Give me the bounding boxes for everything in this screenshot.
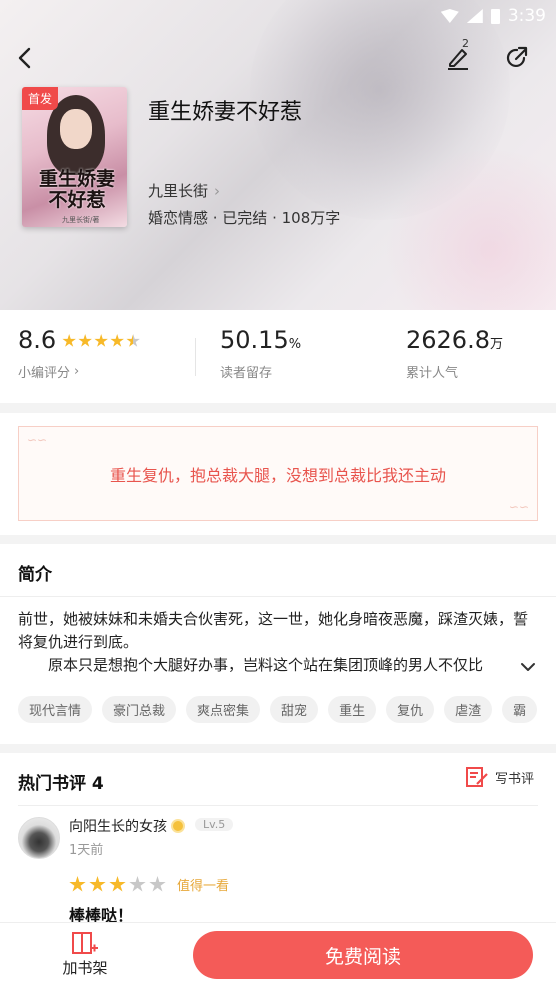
free-read-button[interactable]: 免费阅读 — [193, 931, 533, 979]
add-shelf-label: 加书架 — [62, 959, 108, 977]
tag[interactable]: 豪门总裁 — [102, 696, 177, 723]
edit-badge: 2 — [462, 37, 469, 50]
chevron-right-icon: › — [214, 181, 221, 200]
tag-list: 现代言情 豪门总裁 爽点密集 甜宠 重生 复仇 虐渣 霸 — [18, 696, 538, 723]
score-stars — [62, 334, 140, 348]
review-time: 1天前 — [69, 843, 104, 858]
star-empty-icon — [129, 876, 146, 892]
author-name: 九里长街 — [148, 182, 209, 200]
intro-paragraph: 前世，她被妹妹和未婚夫合伙害死，这一世，她化身暗夜恶魔，踩渣灭婊，誓将复仇进行到… — [18, 610, 529, 651]
popularity-unit: 万 — [489, 337, 503, 352]
stat-score[interactable]: 8.6 小编评分 › — [18, 326, 140, 381]
star-icon — [110, 334, 124, 347]
retention-value: 50.15 — [220, 326, 289, 354]
review-verdict: 值得一看 — [177, 879, 230, 894]
divider — [0, 596, 556, 597]
edit-button[interactable] — [440, 40, 476, 76]
score-value: 8.6 — [18, 326, 57, 354]
score-label: 小编评分 — [18, 366, 71, 381]
bottom-bar: 加书架 免费阅读 — [0, 922, 556, 989]
star-icon — [109, 876, 126, 892]
stats-bar: 8.6 小编评分 › 50.15% 读者留存 2626.8万 累计人气 — [0, 310, 556, 403]
star-icon — [78, 334, 92, 347]
expand-button[interactable] — [520, 658, 536, 677]
reviewer-name: 向阳生长的女孩 — [69, 819, 167, 835]
wifi-icon — [440, 9, 459, 23]
star-icon — [89, 876, 106, 892]
vip-badge-icon — [171, 819, 185, 833]
chevron-right-icon: › — [74, 364, 80, 379]
battery-icon — [490, 8, 500, 24]
author-link[interactable]: 九里长街 › — [148, 180, 220, 201]
status-bar: 3:39 — [440, 4, 546, 28]
review-rating: 值得一看 — [69, 875, 229, 894]
tag[interactable]: 霸 — [502, 696, 538, 723]
write-review-icon — [466, 767, 488, 787]
tag[interactable]: 爽点密集 — [186, 696, 261, 723]
book-title: 重生娇妻不好惹 — [148, 100, 303, 125]
intro-text[interactable]: 前世，她被妹妹和未婚夫合伙害死，这一世，她化身暗夜恶魔，踩渣灭婊，誓将复仇进行到… — [18, 608, 538, 677]
back-arrow-icon — [18, 47, 31, 69]
cloud-ornament-icon: ∽∽ — [508, 500, 529, 514]
intro-title: 简介 — [18, 565, 52, 585]
share-icon — [506, 46, 528, 67]
tag[interactable]: 重生 — [328, 696, 377, 723]
retention-unit: % — [288, 337, 302, 352]
popularity-label: 累计人气 — [406, 366, 459, 381]
avatar[interactable] — [18, 817, 60, 859]
level-badge: Lv.5 — [195, 818, 234, 831]
write-review-button[interactable]: 写书评 — [465, 765, 534, 789]
tag[interactable]: 甜宠 — [270, 696, 319, 723]
intro-section: 简介 前世，她被妹妹和未婚夫合伙害死，这一世，她化身暗夜恶魔，踩渣灭婊，誓将复仇… — [0, 544, 556, 744]
status-time: 3:39 — [507, 6, 546, 26]
retention-label: 读者留存 — [220, 366, 273, 381]
back-button[interactable] — [8, 40, 44, 76]
book-header: 3:39 2 重生娇妻不好惹 九里长街/著 首发 重生娇妻不好惹 九里长街 › … — [0, 0, 556, 310]
reviewer[interactable]: 向阳生长的女孩 — [69, 816, 185, 836]
cloud-ornament-icon: ∽∽ — [27, 433, 48, 447]
star-icon — [94, 334, 108, 347]
signal-icon — [466, 9, 483, 23]
star-icon — [69, 876, 86, 892]
reviews-section: 热门书评 4 写书评 向阳生长的女孩 Lv.5 1天前 值得一看 棒棒哒！ — [0, 753, 556, 925]
slogan-text: 重生复仇，抱总裁大腿，没想到总裁比我还主动 — [109, 465, 446, 485]
half-star-icon — [126, 334, 140, 347]
tag[interactable]: 现代言情 — [18, 696, 93, 723]
star-icon — [62, 334, 76, 347]
reviews-title: 热门书评 4 — [18, 774, 104, 794]
divider — [18, 805, 538, 806]
intro-paragraph: 原本只是想抱个大腿好办事，岂料这个站在集团顶峰的男人不仅比 — [48, 656, 484, 674]
stat-retention: 50.15% 读者留存 — [220, 326, 301, 381]
slogan-box: ∽∽ 重生复仇，抱总裁大腿，没想到总裁比我还主动 ∽∽ — [18, 426, 538, 521]
share-button[interactable] — [499, 40, 535, 76]
write-review-label: 写书评 — [495, 771, 535, 787]
slogan-section: ∽∽ 重生复仇，抱总裁大腿，没想到总裁比我还主动 ∽∽ — [0, 413, 556, 535]
first-release-badge: 首发 — [22, 87, 59, 110]
book-meta: 婚恋情感 · 已完结 · 108万字 — [148, 209, 341, 227]
tag[interactable]: 虐渣 — [444, 696, 493, 723]
star-empty-icon — [149, 876, 166, 892]
cover-face — [60, 109, 92, 149]
add-bookshelf-icon — [72, 932, 98, 954]
cover-author: 九里长街/著 — [62, 216, 100, 224]
cover-title: 重生娇妻不好惹 — [38, 168, 115, 211]
chevron-down-icon — [521, 663, 535, 671]
divider — [195, 338, 196, 376]
stat-popularity: 2626.8万 累计人气 — [406, 326, 503, 381]
add-to-shelf-button[interactable]: 加书架 — [60, 931, 110, 978]
popularity-value: 2626.8 — [406, 326, 490, 354]
tag[interactable]: 复仇 — [386, 696, 435, 723]
